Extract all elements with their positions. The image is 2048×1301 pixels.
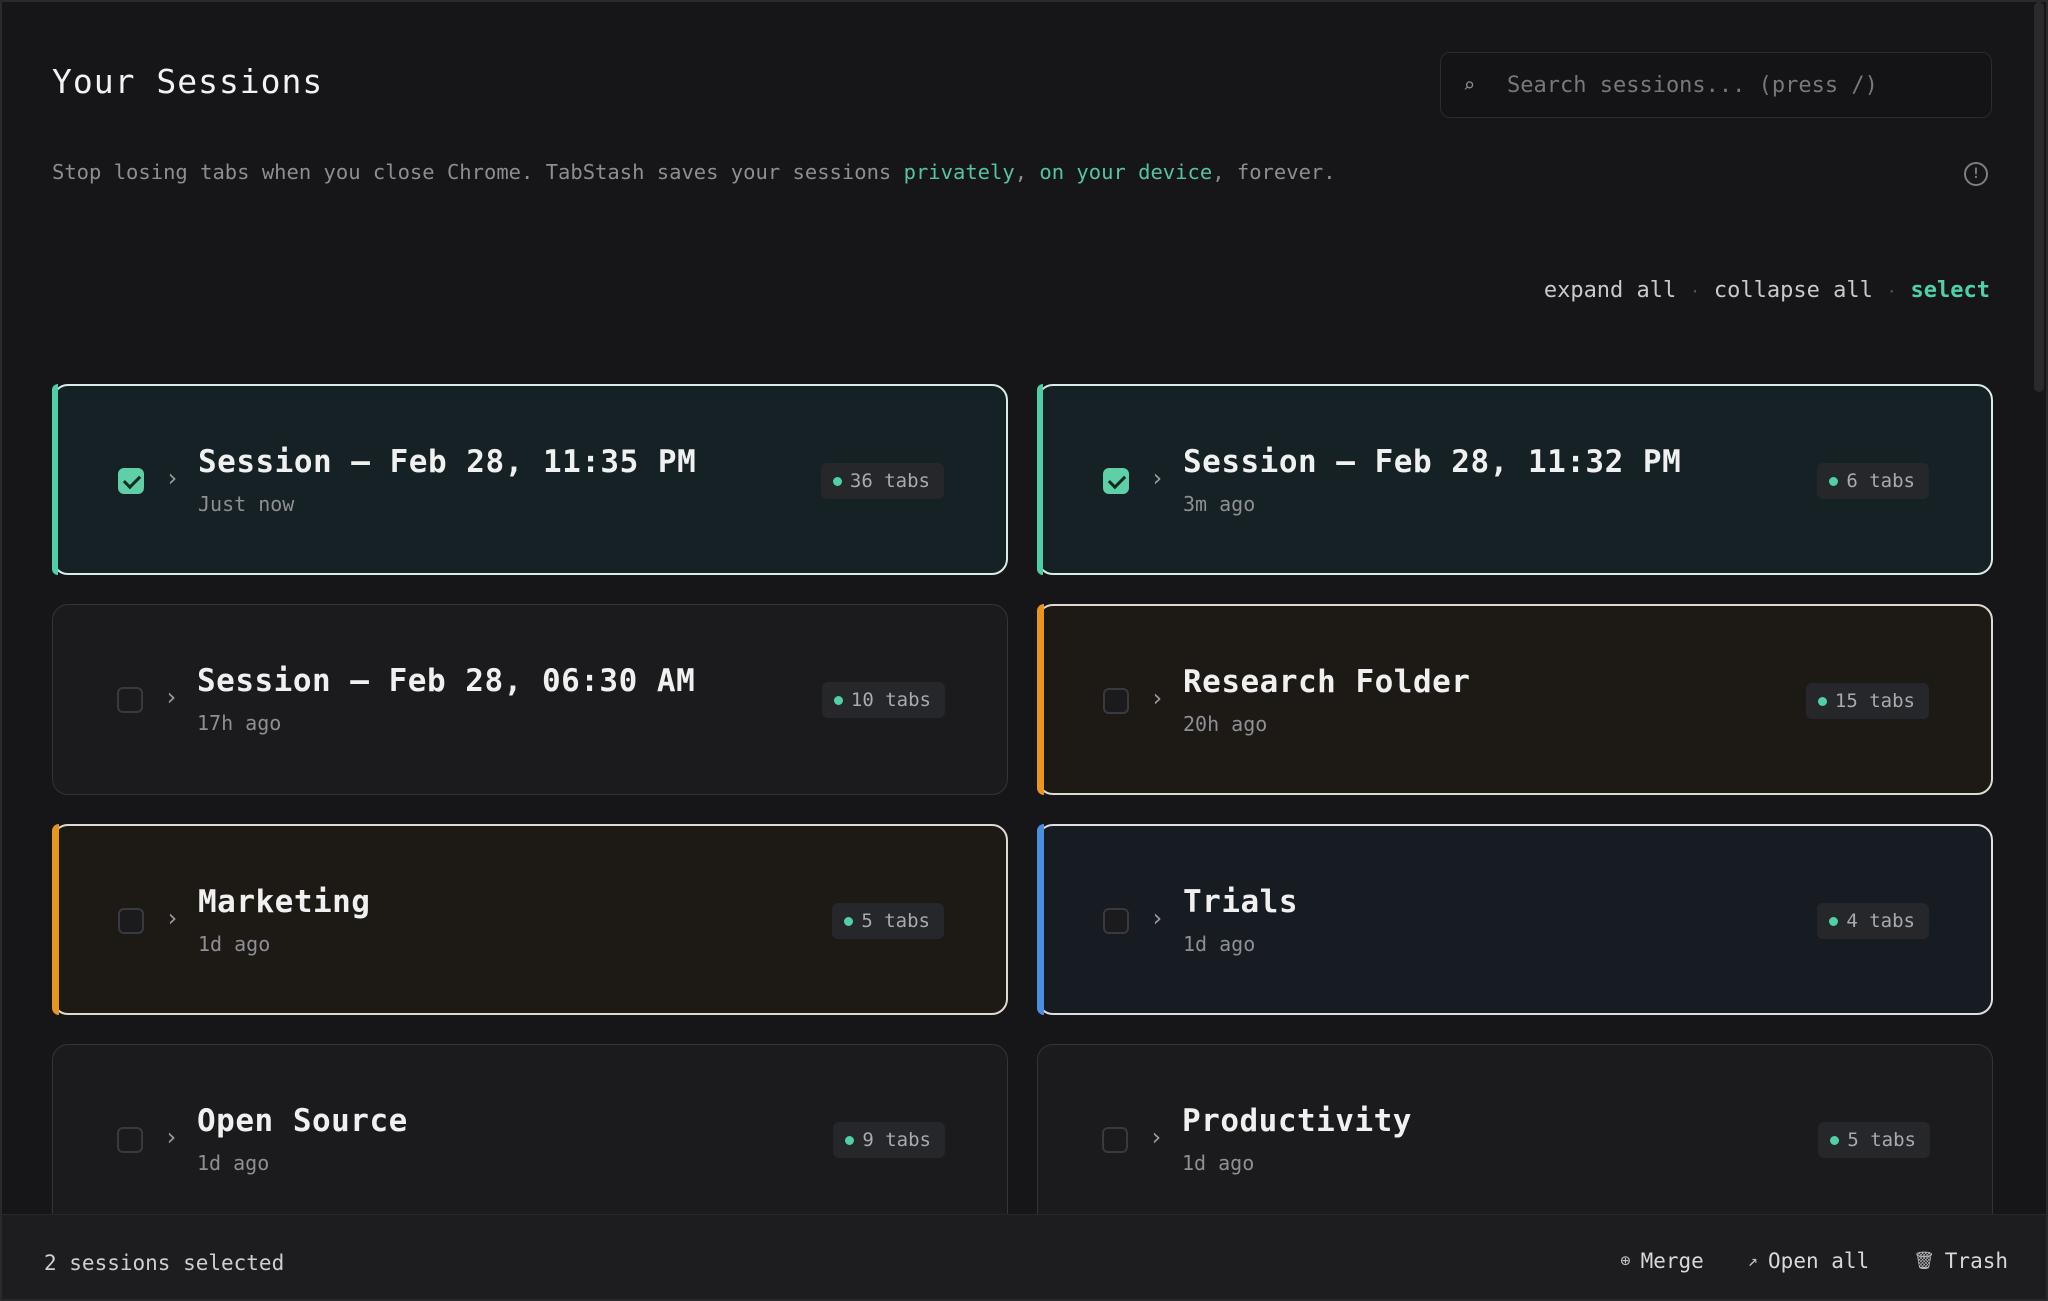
session-checkbox[interactable]	[117, 687, 143, 713]
status-dot-icon	[1830, 1135, 1840, 1145]
session-time: 3m ago	[1183, 492, 1256, 516]
session-checkbox[interactable]	[117, 1127, 143, 1153]
session-title: Research Folder	[1183, 664, 1471, 700]
session-card[interactable]: › Session — Feb 28, 06:30 AM 17h ago 10 tab…	[52, 604, 1008, 795]
tagline: Stop losing tabs when you close Chrome. …	[52, 160, 1336, 184]
session-checkbox[interactable]	[1103, 908, 1129, 934]
status-dot-icon	[832, 476, 842, 486]
selection-count: 2 sessions selected	[44, 1251, 285, 1275]
view-controls: expand all · collapse all · select	[1544, 278, 1990, 303]
scrollbar[interactable]	[2034, 2, 2044, 392]
chevron-right-icon[interactable]: ›	[164, 683, 178, 711]
chevron-right-icon[interactable]: ›	[165, 904, 179, 932]
session-checkbox[interactable]	[118, 908, 144, 934]
session-title: Productivity	[1182, 1103, 1412, 1139]
session-time: 1d ago	[1183, 932, 1256, 956]
session-title: Open Source	[197, 1103, 408, 1139]
separator-dot: ·	[1690, 282, 1700, 301]
session-card[interactable]: › Open Source 1d ago 9 tabs	[52, 1044, 1008, 1235]
info-icon[interactable]: !	[1964, 162, 1988, 186]
session-checkbox[interactable]	[1102, 1127, 1128, 1153]
open-all-label: Open all	[1768, 1249, 1870, 1273]
merge-label: Merge	[1640, 1249, 1704, 1273]
tab-count-badge: 5 tabs	[1818, 1122, 1930, 1158]
tab-count: 6 tabs	[1846, 470, 1915, 492]
session-card[interactable]: › Session — Feb 28, 11:32 PM 3m ago 6 tabs	[1037, 384, 1993, 575]
session-time: 1d ago	[197, 1151, 270, 1175]
tab-count-badge: 4 tabs	[1817, 903, 1929, 939]
session-title: Trials	[1183, 884, 1298, 920]
separator-dot: ·	[1886, 282, 1897, 301]
status-dot-icon	[1817, 696, 1827, 706]
tab-count: 9 tabs	[862, 1129, 931, 1151]
session-time: Just now	[198, 492, 295, 516]
session-checkbox[interactable]	[118, 468, 144, 494]
session-time: 1d ago	[1182, 1151, 1255, 1175]
tab-count: 15 tabs	[1834, 690, 1915, 712]
expand-all-link[interactable]: expand all	[1544, 278, 1676, 303]
trash-button[interactable]: 🗑 Trash	[1913, 1249, 2008, 1273]
tab-count-badge: 9 tabs	[833, 1122, 945, 1158]
app-window: Your Sessions ⌕ Stop losing tabs when yo…	[0, 0, 2048, 1301]
merge-button[interactable]: ⊕ Merge	[1620, 1249, 1703, 1273]
status-dot-icon	[844, 916, 854, 926]
chevron-right-icon[interactable]: ›	[1150, 684, 1164, 712]
search-box[interactable]: ⌕	[1440, 52, 1992, 118]
chevron-right-icon[interactable]: ›	[1149, 1123, 1163, 1151]
status-dot-icon	[833, 695, 843, 705]
merge-icon: ⊕	[1620, 1251, 1631, 1271]
tagline-text: , forever.	[1212, 160, 1336, 184]
session-card[interactable]: › Session — Feb 28, 11:35 PM Just now 36 ta…	[52, 384, 1008, 575]
open-all-button[interactable]: ↗ Open all	[1748, 1249, 1869, 1273]
tab-count: 5 tabs	[1847, 1129, 1916, 1151]
page-title: Your Sessions	[52, 62, 324, 101]
tagline-highlight-device: on your device	[1039, 160, 1213, 184]
session-title: Marketing	[198, 884, 371, 920]
chevron-right-icon[interactable]: ›	[165, 464, 179, 492]
tab-count-badge: 5 tabs	[832, 903, 944, 939]
session-title: Session — Feb 28, 11:35 PM	[198, 444, 697, 480]
session-card[interactable]: › Productivity 1d ago 5 tabs	[1037, 1044, 1993, 1235]
tab-count-badge: 10 tabs	[821, 682, 945, 718]
session-title: Session — Feb 28, 11:32 PM	[1183, 444, 1682, 480]
arrow-up-right-icon: ↗	[1747, 1251, 1759, 1271]
status-dot-icon	[845, 1135, 855, 1145]
selection-action-bar: 2 sessions selected ⊕ Merge ↗ Open all 🗑 Tr…	[2, 1214, 2046, 1299]
tagline-text: Stop losing tabs when you close Chrome. …	[52, 160, 904, 184]
trash-label: Trash	[1944, 1249, 2008, 1273]
session-time: 17h ago	[197, 711, 282, 735]
search-input[interactable]	[1507, 72, 1977, 98]
tab-count-badge: 15 tabs	[1805, 683, 1929, 719]
tab-count: 5 tabs	[861, 910, 930, 932]
chevron-right-icon[interactable]: ›	[1150, 464, 1164, 492]
search-icon: ⌕	[1463, 73, 1476, 97]
chevron-right-icon[interactable]: ›	[164, 1123, 178, 1151]
session-card[interactable]: › Research Folder 20h ago 15 tabs	[1037, 604, 1993, 795]
session-title: Session — Feb 28, 06:30 AM	[197, 663, 696, 699]
session-time: 1d ago	[198, 932, 271, 956]
session-card[interactable]: › Trials 1d ago 4 tabs	[1037, 824, 1993, 1015]
session-card[interactable]: › Marketing 1d ago 5 tabs	[52, 824, 1008, 1015]
chevron-right-icon[interactable]: ›	[1150, 904, 1164, 932]
trash-icon: 🗑	[1913, 1251, 1935, 1271]
tab-count: 4 tabs	[1846, 910, 1915, 932]
collapse-all-link[interactable]: collapse all	[1714, 278, 1873, 303]
bulk-actions: ⊕ Merge ↗ Open all 🗑 Trash	[1620, 1249, 2008, 1273]
session-checkbox[interactable]	[1103, 688, 1129, 714]
session-checkbox[interactable]	[1103, 468, 1129, 494]
tab-count: 36 tabs	[849, 470, 930, 492]
status-dot-icon	[1829, 916, 1839, 926]
tab-count-badge: 6 tabs	[1817, 463, 1929, 499]
tab-count-badge: 36 tabs	[820, 463, 944, 499]
select-mode-link[interactable]: select	[1911, 278, 1990, 303]
tagline-text: ,	[1014, 160, 1040, 184]
tagline-highlight-privately: privately	[903, 160, 1015, 184]
session-time: 20h ago	[1183, 712, 1268, 736]
status-dot-icon	[1829, 476, 1839, 486]
tab-count: 10 tabs	[850, 689, 931, 711]
